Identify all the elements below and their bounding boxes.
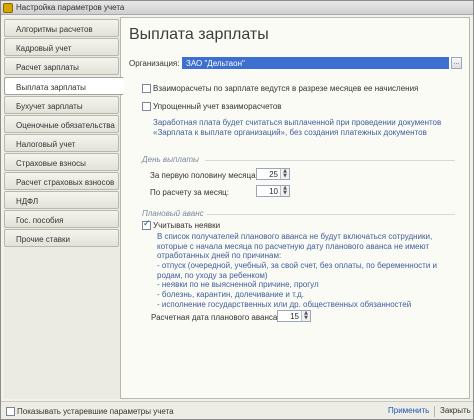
sidebar-item-tax[interactable]: Налоговый учет bbox=[4, 134, 119, 152]
simplified-accounting-label: Упрощенный учет взаиморасчетов bbox=[153, 102, 282, 111]
simplified-accounting-note: Заработная плата будет считаться выплаче… bbox=[153, 118, 442, 137]
show-obsolete-checkbox[interactable] bbox=[6, 407, 15, 416]
organization-field[interactable]: ЗАО "Дельтаон" bbox=[182, 57, 449, 69]
button-divider bbox=[434, 406, 435, 417]
footer-bar: Показывать устаревшие параметры учета Пр… bbox=[1, 401, 473, 419]
settings-window: Настройка параметров учета Алгоритмы рас… bbox=[0, 0, 474, 420]
advance-reason-item: - болезнь, карантин, долечивание и т.д. bbox=[157, 290, 304, 299]
sidebar-item-insurance-calc[interactable]: Расчет страховых взносов bbox=[4, 172, 119, 190]
show-obsolete-label: Показывать устаревшие параметры учета bbox=[17, 407, 174, 416]
advance-reason-item: - неявки по не выясненной причине, прогу… bbox=[157, 280, 319, 289]
advance-date-stepper[interactable]: 15 ▲ ▼ bbox=[277, 310, 311, 322]
window-title: Настройка параметров учета bbox=[16, 3, 125, 12]
sidebar-item-estimated-liabilities[interactable]: Оценочные обязательства bbox=[4, 115, 119, 133]
payday-section-title: День выплаты bbox=[142, 155, 199, 164]
sidebar-item-ndfl[interactable]: НДФЛ bbox=[4, 191, 119, 209]
sidebar-item-algorithms[interactable]: Алгоритмы расчетов bbox=[4, 19, 119, 37]
app-icon bbox=[3, 3, 13, 13]
simplified-accounting-checkbox[interactable] bbox=[142, 102, 151, 111]
settings-panel: Выплата зарплаты Организация: ЗАО "Дельт… bbox=[120, 17, 470, 399]
month-calc-day-stepper[interactable]: 10 ▲ ▼ bbox=[256, 185, 290, 197]
spin-down-icon[interactable]: ▼ bbox=[281, 174, 289, 179]
spin-down-icon[interactable]: ▼ bbox=[281, 191, 289, 196]
sidebar-item-insurance[interactable]: Страховые взносы bbox=[4, 153, 119, 171]
advance-note: В список получателей планового аванса не… bbox=[157, 232, 433, 261]
first-half-day-spin-buttons[interactable]: ▲ ▼ bbox=[280, 169, 289, 179]
sidebar-item-benefits[interactable]: Гос. пособия bbox=[4, 210, 119, 228]
advance-date-value: 15 bbox=[290, 312, 299, 321]
consider-absences-label: Учитывать неявки bbox=[153, 221, 221, 230]
sidebar-item-hr[interactable]: Кадровый учет bbox=[4, 38, 119, 56]
sidebar-item-accounting[interactable]: Бухучет зарплаты bbox=[4, 96, 119, 114]
sidebar-item-other-rates[interactable]: Прочие ставки bbox=[4, 229, 119, 247]
first-half-day-stepper[interactable]: 25 ▲ ▼ bbox=[256, 168, 290, 180]
organization-label: Организация: bbox=[129, 59, 180, 68]
section-divider bbox=[207, 214, 455, 215]
sidebar-item-salary-payment[interactable]: Выплата зарплаты bbox=[4, 77, 124, 95]
mutual-settlements-label: Взаиморасчеты по зарплате ведутся в разр… bbox=[153, 84, 419, 93]
sidebar-item-payroll[interactable]: Расчет зарплаты bbox=[4, 57, 119, 75]
advance-section-title: Плановый аванс bbox=[142, 209, 204, 218]
advance-date-label: Расчетная дата планового аванса: bbox=[151, 313, 280, 322]
month-calc-day-spin-buttons[interactable]: ▲ ▼ bbox=[280, 186, 289, 196]
advance-reason-item: - исполнение государственных или др. общ… bbox=[157, 300, 412, 309]
apply-button[interactable]: Применить bbox=[388, 406, 429, 418]
month-calc-label: По расчету за месяц: bbox=[150, 188, 229, 197]
organization-select-button[interactable]: ... bbox=[451, 57, 462, 69]
advance-date-spin-buttons[interactable]: ▲ ▼ bbox=[301, 311, 310, 321]
title-bar: Настройка параметров учета bbox=[1, 1, 473, 15]
section-divider bbox=[205, 160, 455, 161]
first-half-day-value: 25 bbox=[269, 170, 278, 179]
page-title: Выплата зарплаты bbox=[129, 26, 269, 43]
sidebar: Алгоритмы расчетов Кадровый учет Расчет … bbox=[4, 17, 124, 399]
close-button[interactable]: Закрыть bbox=[440, 406, 471, 418]
spin-down-icon[interactable]: ▼ bbox=[302, 316, 310, 321]
first-half-label: За первую половину месяца: bbox=[150, 171, 258, 180]
mutual-settlements-checkbox[interactable] bbox=[142, 84, 151, 93]
consider-absences-checkbox[interactable] bbox=[142, 219, 151, 230]
advance-reason-item: - отпуск (очередной, учебный, за свой сч… bbox=[157, 261, 437, 280]
month-calc-day-value: 10 bbox=[269, 187, 278, 196]
